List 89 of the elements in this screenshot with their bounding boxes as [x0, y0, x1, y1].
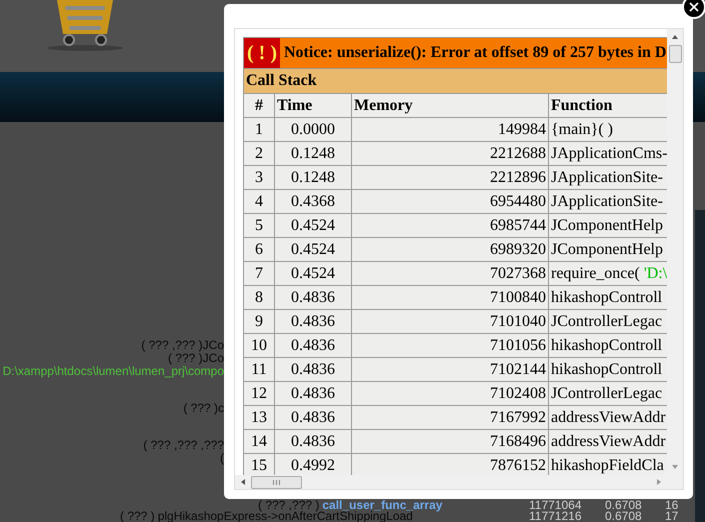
- table-cell: 4: [244, 190, 274, 214]
- table-cell: 0.1248: [274, 166, 352, 190]
- column-header: Memory: [352, 94, 548, 118]
- call-arguments: (: [220, 452, 224, 464]
- table-cell: 0.4368: [274, 190, 352, 214]
- table-cell: 6985744: [352, 214, 548, 238]
- table-cell: JComponentHelp: [548, 238, 668, 262]
- time-value: 0.6708: [605, 500, 643, 511]
- grip-icon: [273, 480, 280, 484]
- table-cell: 7168496: [352, 430, 548, 454]
- table-cell: 7167992: [352, 406, 548, 430]
- table-cell: 8: [244, 286, 274, 310]
- column-header: Time: [274, 94, 352, 118]
- table-cell: addressViewAddr: [548, 406, 668, 430]
- vertical-scrollbar[interactable]: [667, 29, 683, 475]
- column-header: Function: [548, 94, 668, 118]
- horizontal-scrollbar[interactable]: [235, 475, 683, 489]
- table-cell: hikashopControll: [548, 334, 668, 358]
- index-value: 16: [665, 500, 680, 511]
- table-cell: JControllerLegac: [548, 310, 668, 334]
- table-cell: require_once( 'D:\: [548, 262, 668, 286]
- table-cell: 7027368: [352, 262, 548, 286]
- time-value: 0.6708: [605, 511, 643, 522]
- table-cell: 6954480: [352, 190, 548, 214]
- memory-value: 11771064: [529, 500, 582, 511]
- table-cell: 6: [244, 238, 274, 262]
- table-cell: 7101040: [352, 310, 548, 334]
- table-cell: 0.4836: [274, 334, 352, 358]
- table-cell: hikashopFieldCla: [548, 454, 668, 475]
- table-cell: 3: [244, 166, 274, 190]
- function-name[interactable]: call_user_func_array: [322, 500, 442, 511]
- table-cell: hikashopControll: [548, 286, 668, 310]
- table-cell: JApplicationCms-: [548, 142, 668, 166]
- close-icon: [687, 0, 701, 14]
- table-cell: 12: [244, 382, 274, 406]
- table-cell: JApplicationSite-: [548, 190, 668, 214]
- scroll-thumb[interactable]: [668, 45, 682, 63]
- table-cell: hikashopControll: [548, 358, 668, 382]
- table-cell: 0.1248: [274, 142, 352, 166]
- table-cell: 0.4836: [274, 430, 352, 454]
- table-cell: 2: [244, 142, 274, 166]
- table-cell: 2212688: [352, 142, 548, 166]
- table-cell: 6989320: [352, 238, 548, 262]
- cart-logo-icon: [45, 0, 125, 52]
- table-cell: 13: [244, 406, 274, 430]
- table-cell: 1: [244, 118, 274, 142]
- memory-value: 11771216: [529, 511, 582, 522]
- table-cell: 0.4836: [274, 406, 352, 430]
- table-cell: 11: [244, 358, 274, 382]
- column-header: #: [244, 94, 274, 118]
- table-cell: JComponentHelp: [548, 214, 668, 238]
- table-cell: 7101056: [352, 334, 548, 358]
- call-arguments: ( ??? ,??? ,???: [143, 439, 224, 451]
- table-cell: 7102408: [352, 382, 548, 406]
- table-cell: 7100840: [352, 286, 548, 310]
- table-cell: 2212896: [352, 166, 548, 190]
- index-value: 17: [665, 511, 680, 522]
- table-cell: 0.4836: [274, 310, 352, 334]
- table-cell: JApplicationSite-: [548, 166, 668, 190]
- table-cell: 7876152: [352, 454, 548, 475]
- table-cell: 5: [244, 214, 274, 238]
- table-cell: {main}( ): [548, 118, 668, 142]
- table-cell: 0.4524: [274, 238, 352, 262]
- scroll-thumb[interactable]: [251, 476, 302, 488]
- notice-message: Notice: unserialize(): Error at offset 89 of 257 bytes in D: [284, 44, 666, 61]
- close-button[interactable]: [682, 0, 705, 19]
- table-cell: 0.4836: [274, 382, 352, 406]
- table-cell: 0.4836: [274, 358, 352, 382]
- table-cell: 0.4524: [274, 214, 352, 238]
- table-cell: 0.0000: [274, 118, 352, 142]
- table-cell: 7: [244, 262, 274, 286]
- table-cell: addressViewAddr: [548, 430, 668, 454]
- table-cell: 149984: [352, 118, 548, 142]
- table-cell: 10: [244, 334, 274, 358]
- call-arguments: ( ??? )JCo: [168, 352, 224, 364]
- table-cell: 0.4992: [274, 454, 352, 475]
- call-arguments: ( ??? ,??? )JCo: [141, 339, 224, 351]
- table-cell: 14: [244, 430, 274, 454]
- table-cell: 9: [244, 310, 274, 334]
- table-cell: JControllerLegac: [548, 382, 668, 406]
- call-stack-heading: Call Stack: [244, 68, 668, 94]
- table-cell: 15: [244, 454, 274, 475]
- file-path: D:\xampp\htdocs\lumen\lumen_prj\compo: [2, 365, 224, 377]
- table-cell: 0.4836: [274, 286, 352, 310]
- call-arguments: ( ??? )c: [183, 402, 224, 414]
- table-cell: 0.4524: [274, 262, 352, 286]
- table-cell: 7102144: [352, 358, 548, 382]
- call-arguments: ( ??? ,??? ): [258, 500, 320, 511]
- warning-icon: ( ! ): [244, 38, 280, 68]
